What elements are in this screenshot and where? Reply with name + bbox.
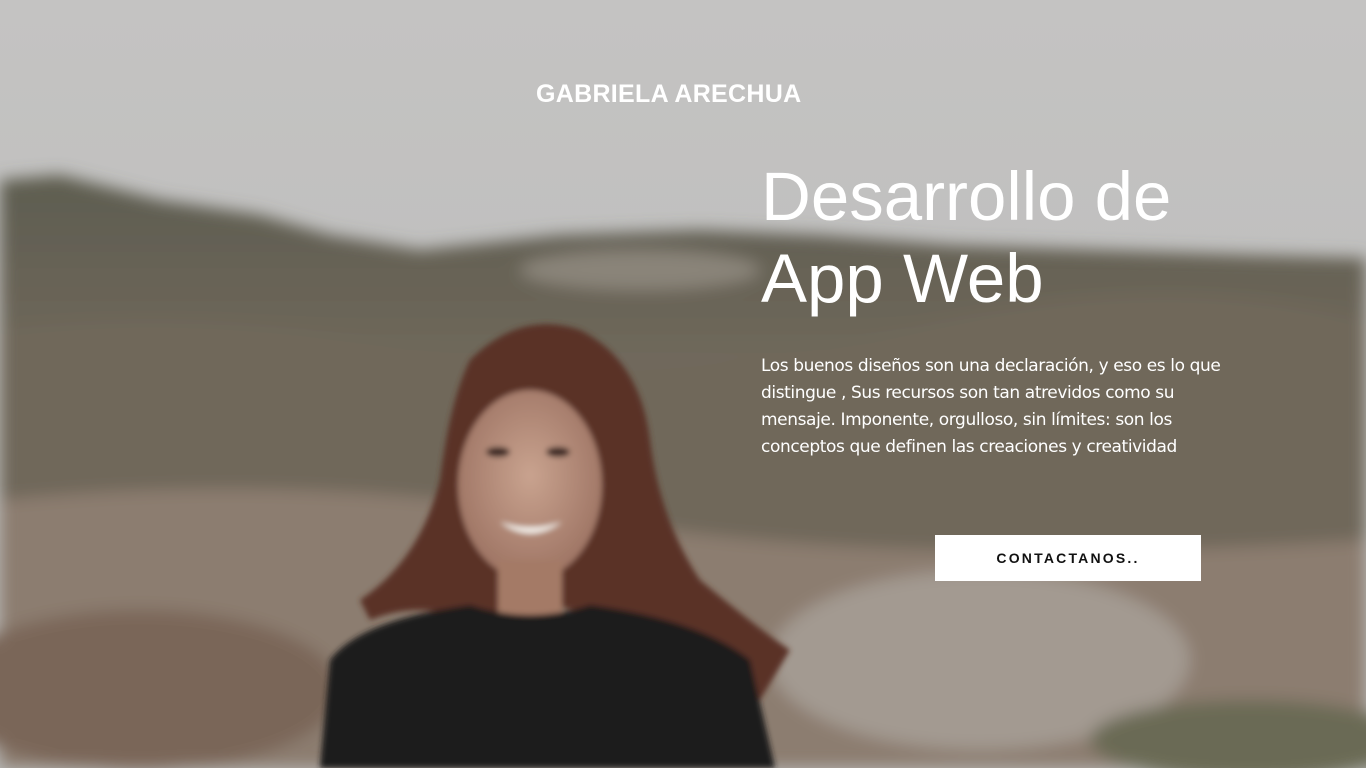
hero-description-line: mensaje. Imponente, orgulloso, sin límit… [761,410,1172,430]
hero-description: Los buenos diseños son una declaración, … [761,353,1301,461]
hero-headline-line: Desarrollo de [761,158,1172,235]
site-brand[interactable]: GABRIELA ARECHUA [536,79,801,109]
hero-headline-line: App Web [761,240,1044,317]
hero-description-line: distingue , Sus recursos son tan atrevid… [761,383,1175,403]
contact-button[interactable]: CONTACTANOS.. [935,535,1201,581]
hero-description-line: Los buenos diseños son una declaración, … [761,356,1221,376]
hero-headline: Desarrollo de App Web [761,156,1321,320]
hero-description-line: conceptos que definen las creaciones y c… [761,437,1177,457]
hero-section: GABRIELA ARECHUA Desarrollo de App Web L… [0,0,1366,768]
